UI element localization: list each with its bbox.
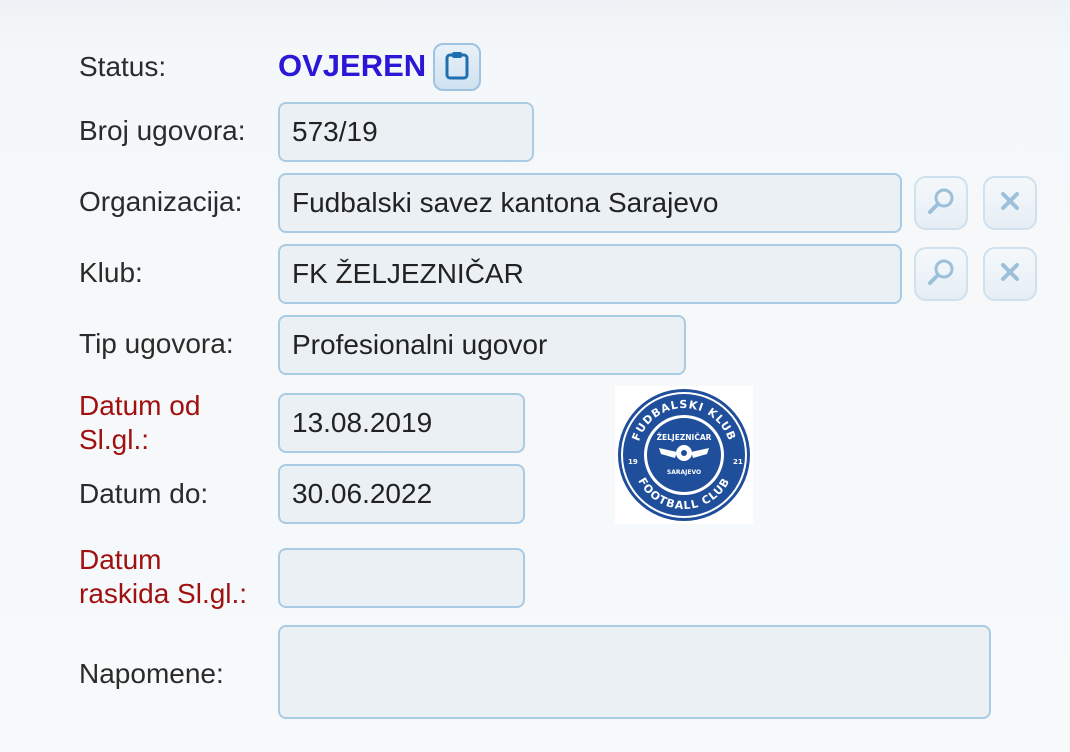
svg-text:19: 19 <box>628 458 638 466</box>
termination-date-field[interactable] <box>278 548 525 608</box>
notes-label: Napomene: <box>79 658 224 689</box>
svg-text:ŽELJEZNIČAR: ŽELJEZNIČAR <box>657 433 712 442</box>
termination-date-label: Datum raskida Sl.gl.: <box>79 543 247 611</box>
close-icon <box>999 261 1021 288</box>
date-from-label: Datum od Sl.gl.: <box>79 389 200 457</box>
date-from-label-line2: Sl.gl.: <box>79 424 150 455</box>
contract-type-field[interactable]: Profesionalni ugovor <box>278 315 686 375</box>
svg-text:SARAJEVO: SARAJEVO <box>667 469 701 476</box>
club-field[interactable]: FK ŽELJEZNIČAR <box>278 244 902 304</box>
date-to-field[interactable]: 30.06.2022 <box>278 464 525 524</box>
search-icon <box>926 186 956 221</box>
clipboard-icon <box>444 50 470 85</box>
club-logo: FUDBALSKI KLUB FOOTBALL CLUB ŽELJEZNIČAR… <box>615 386 753 524</box>
termination-date-label-line2: raskida Sl.gl.: <box>79 578 248 609</box>
contract-number-field[interactable]: 573/19 <box>278 102 534 162</box>
date-from-label-line1: Datum od <box>79 390 201 421</box>
club-clear-button[interactable] <box>983 247 1037 301</box>
status-label: Status: <box>79 51 167 82</box>
club-label: Klub: <box>79 257 143 288</box>
close-icon <box>999 190 1021 217</box>
organization-clear-button[interactable] <box>983 176 1037 230</box>
contract-type-label: Tip ugovora: <box>79 328 234 359</box>
organization-label: Organizacija: <box>79 186 243 217</box>
search-icon <box>926 257 956 292</box>
status-value: OVJEREN <box>278 48 427 83</box>
organization-search-button[interactable] <box>914 176 968 230</box>
date-to-label: Datum do: <box>79 478 209 509</box>
date-from-field[interactable]: 13.08.2019 <box>278 393 525 453</box>
clipboard-button[interactable] <box>433 43 481 91</box>
club-search-button[interactable] <box>914 247 968 301</box>
termination-date-label-line1: Datum <box>79 544 162 575</box>
notes-field[interactable] <box>278 625 991 719</box>
contract-number-label: Broj ugovora: <box>79 115 246 146</box>
organization-field[interactable]: Fudbalski savez kantona Sarajevo <box>278 173 902 233</box>
svg-text:21: 21 <box>733 458 743 466</box>
